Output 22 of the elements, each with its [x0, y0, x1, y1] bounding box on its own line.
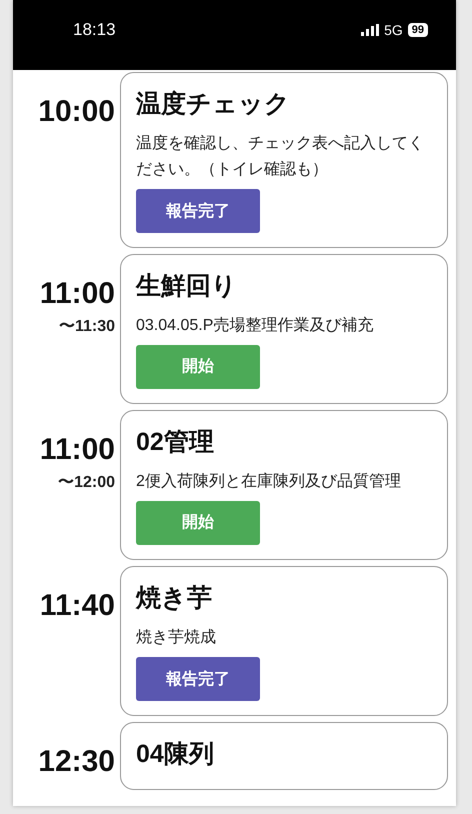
battery-level: 99 [408, 23, 428, 37]
task-description: 温度を確認し、チェック表へ記入してください。（トイレ確認も） [136, 134, 425, 180]
task-description: 03.04.05.P売場整理作業及び補充 [136, 316, 374, 336]
start-time: 11:00 [40, 432, 115, 468]
start-time: 10:00 [38, 94, 115, 130]
start-time: 12:30 [38, 744, 115, 780]
signal-icon [361, 24, 380, 36]
task-title: 温度チェック [136, 89, 290, 120]
end-time: 〜11:30 [58, 317, 115, 337]
end-time: 〜12:00 [58, 473, 115, 493]
start-time: 11:40 [40, 588, 115, 624]
task-title: 04陳列 [136, 739, 214, 770]
network-type: 5G [384, 22, 403, 38]
start-time: 11:00 [40, 276, 115, 312]
task-title: 焼き芋 [136, 583, 212, 614]
task-title: 02管理 [136, 427, 214, 458]
clock: 18:13 [73, 20, 116, 40]
report-button[interactable]: 報告完了 [136, 657, 260, 701]
task-title: 生鮮回り [136, 271, 237, 302]
task-description: 2便入荷陳列と在庫陳列及び品質管理 [136, 472, 401, 492]
task-description: 焼き芋焼成 [136, 628, 216, 648]
report-button[interactable]: 報告完了 [136, 189, 260, 233]
